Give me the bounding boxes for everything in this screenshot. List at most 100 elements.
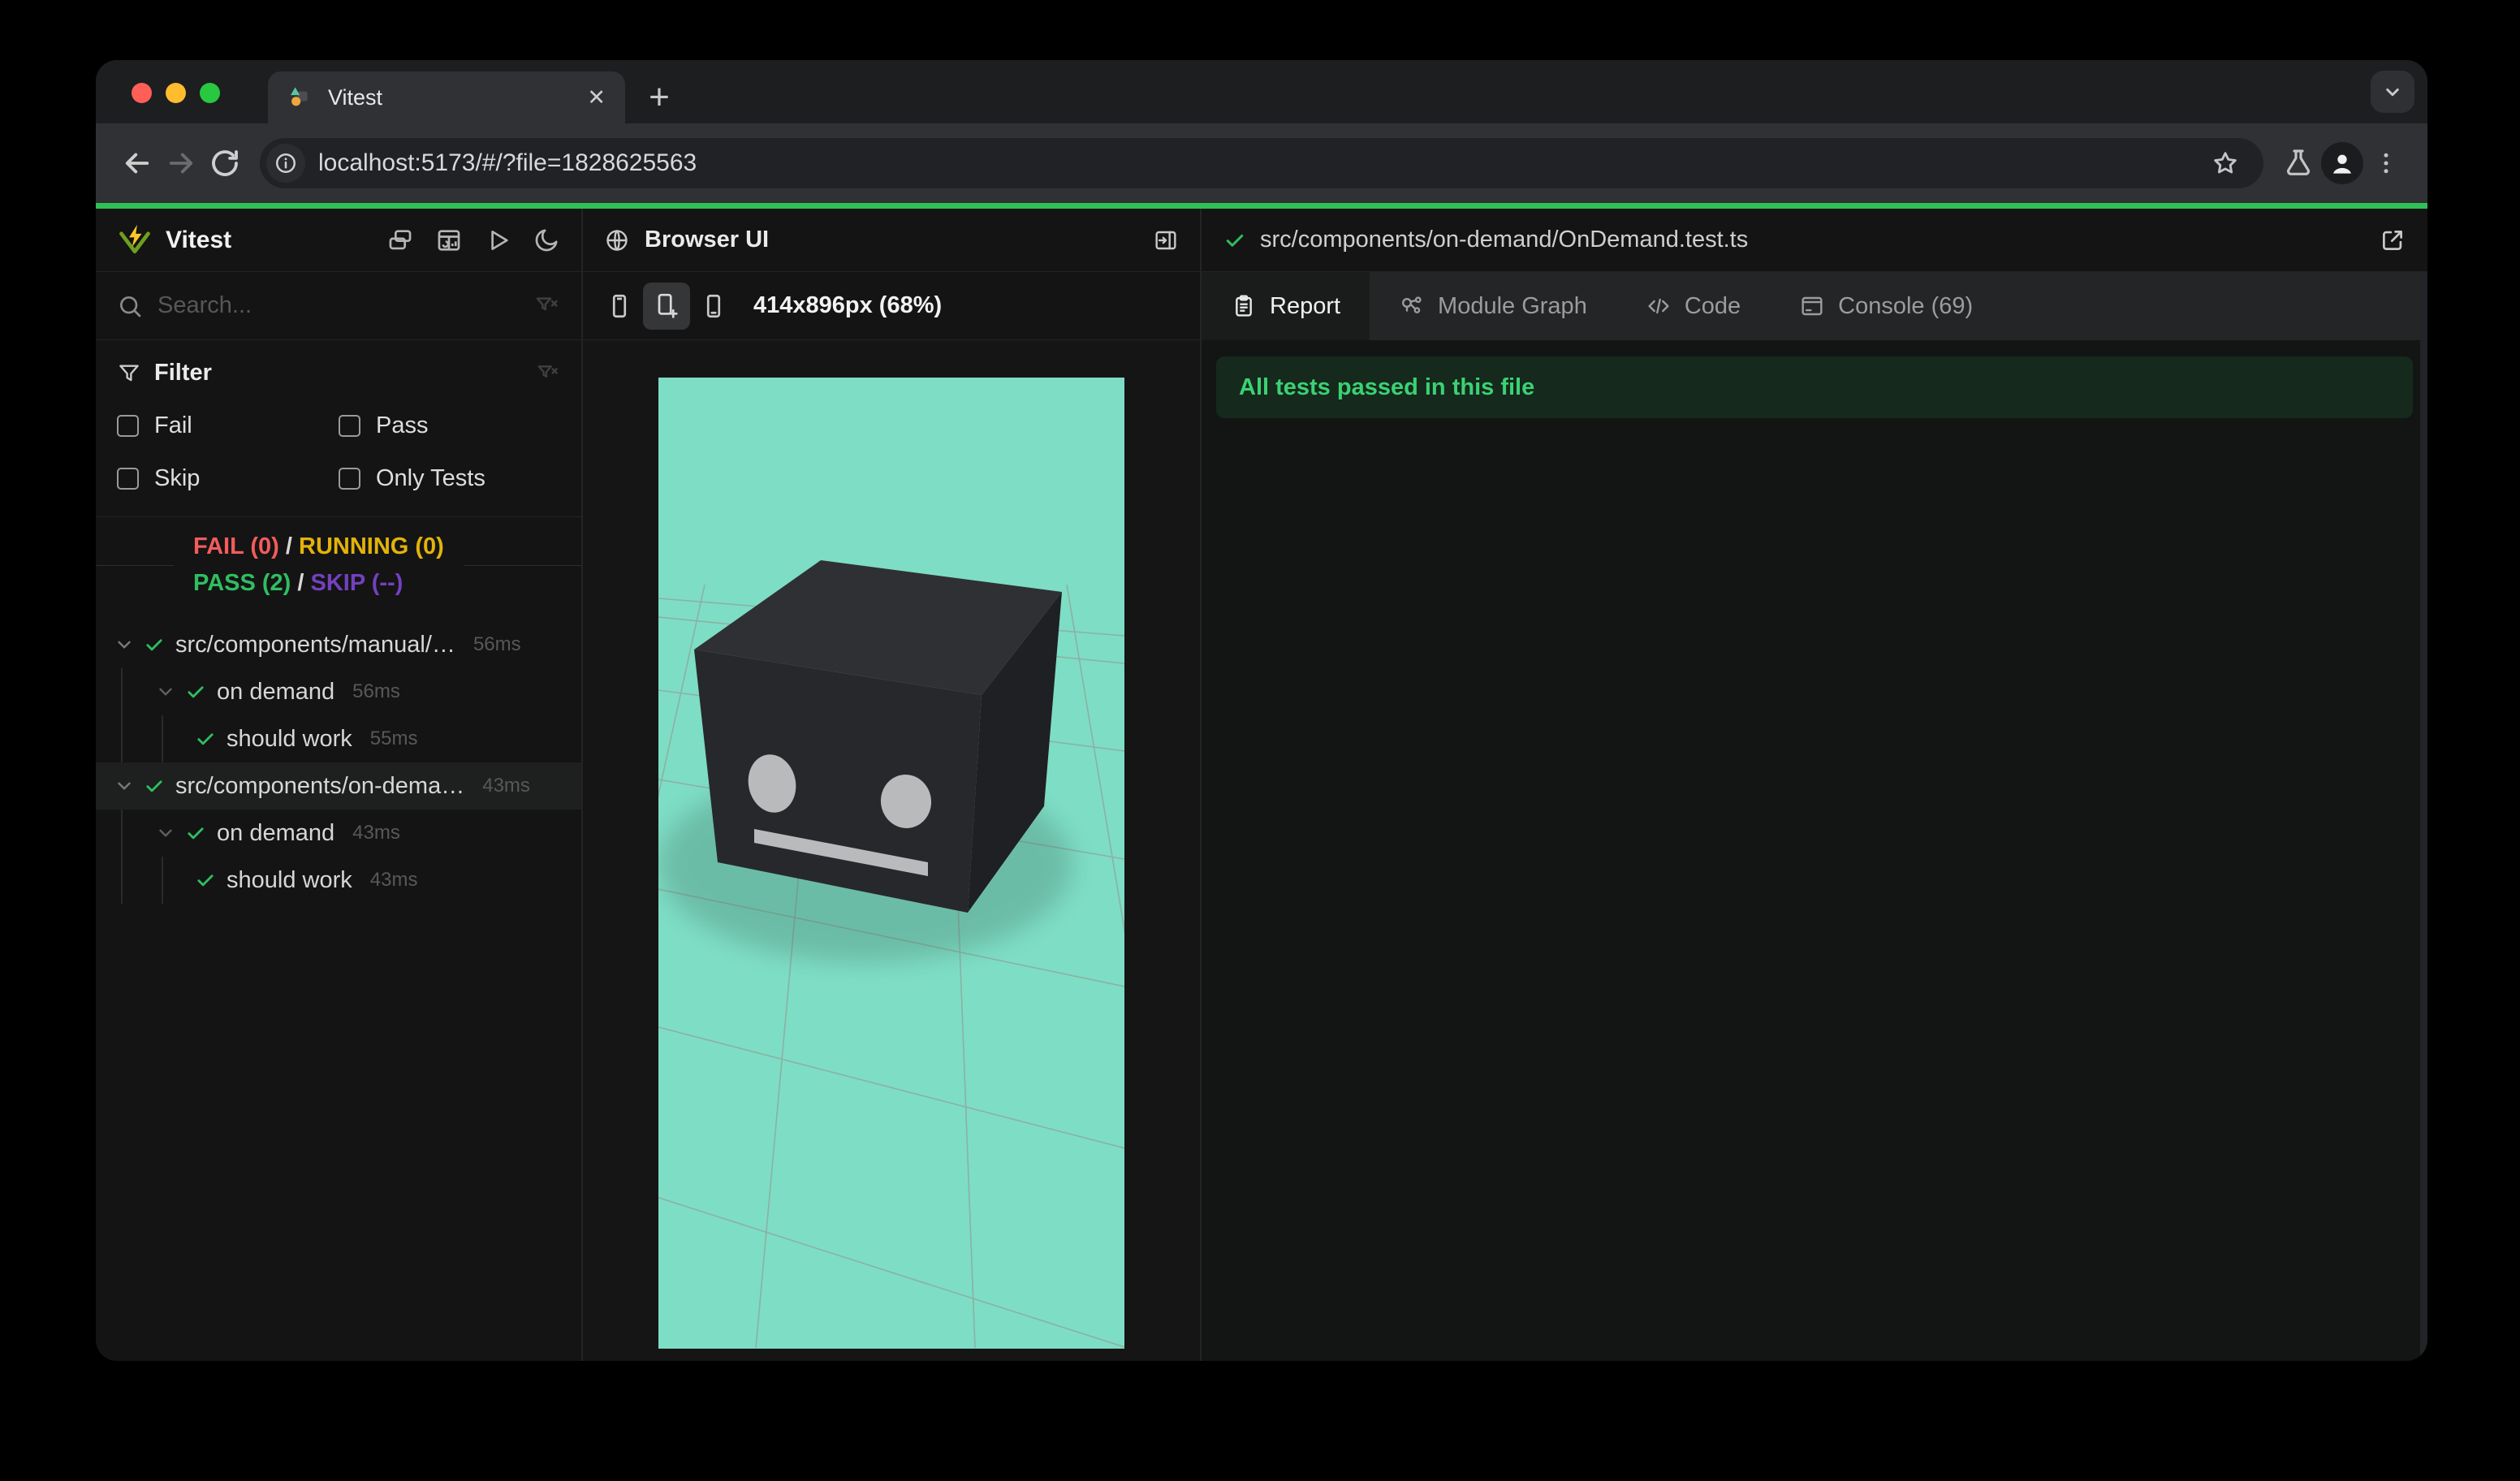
test-viewport[interactable] [658,378,1124,1349]
url-text: localhost:5173/#/?file=1828625563 [318,149,697,176]
tab-report[interactable]: Report [1202,272,1370,340]
report-tabbar: Report Module Graph Code Console (69) [1202,272,2427,340]
filter-checkbox-pass[interactable]: Pass [339,412,560,439]
external-link-icon[interactable] [2379,227,2406,254]
duration-badge: 56ms [472,633,521,655]
filter-checkbox-skip[interactable]: Skip [117,465,339,492]
duration-badge: 43ms [352,822,400,844]
sidebar: Vitest Filter [96,209,583,1361]
tab-module-graph[interactable]: Module Graph [1370,272,1616,340]
clear-filter-icon[interactable] [536,361,560,386]
report-panel: src/components/on-demand/OnDemand.test.t… [1202,209,2427,1361]
duration-badge: 43ms [482,775,530,797]
filter-panel: Filter Fail Pass Skip Only Tests [96,340,581,516]
close-window-button[interactable] [132,83,152,103]
check-icon [197,733,214,745]
funnel-icon [119,364,139,381]
site-info-button[interactable] [266,144,305,183]
viewport-resolution: 414x896px (68%) [753,292,943,318]
browser-menu-button[interactable] [2364,141,2408,185]
console-icon [1802,296,1823,316]
module-graph-icon [1402,296,1422,313]
checkbox[interactable] [339,415,360,437]
device-toolbar: 414x896px (68%) [583,272,1200,340]
profile-button[interactable] [2320,141,2364,185]
bookmark-button[interactable] [2203,141,2247,185]
dark-mode-icon[interactable] [533,227,560,254]
test-case-row[interactable]: should work 55ms [163,715,581,762]
new-tab-button[interactable]: + [638,76,680,119]
preview-area [583,340,1200,1361]
file-path-header: src/components/on-demand/OnDemand.test.t… [1202,209,2427,272]
address-bar[interactable]: localhost:5173/#/?file=1828625563 [260,138,2263,188]
scrollbar-gutter[interactable] [2420,273,2427,1361]
checkbox[interactable] [117,468,139,490]
zoom-window-button[interactable] [200,83,220,103]
test-tree: src/components/manual/… 56ms on demand 5… [96,613,581,1361]
tab-search-button[interactable] [2371,71,2414,113]
dock-panel-icon[interactable] [1153,227,1179,253]
run-all-icon[interactable] [484,227,511,254]
forward-button[interactable] [159,141,203,185]
dashboard-icon[interactable] [435,227,463,254]
test-file-row-selected[interactable]: src/components/on-dema… 43ms [96,762,581,810]
check-icon [1226,234,1244,247]
checkbox[interactable] [117,415,139,437]
collapse-windows-icon[interactable] [386,227,414,254]
chevron-down-icon[interactable] [114,775,135,797]
device-zoom-in-button[interactable] [643,282,690,330]
app-title: Vitest [166,226,232,253]
clipboard-icon [1236,295,1252,317]
browser-toolbar: localhost:5173/#/?file=1828625563 [96,123,2427,203]
test-case-row[interactable]: should work 43ms [163,857,581,904]
filter-checkbox-fail[interactable]: Fail [117,412,339,439]
vitest-favicon [291,87,308,106]
globe-icon [606,229,628,251]
tab-strip: Vitest ✕ + [96,60,2427,123]
chevron-down-icon[interactable] [114,634,135,655]
chevron-down-icon[interactable] [155,681,176,702]
tab-console[interactable]: Console (69) [1770,272,2002,340]
check-icon [146,780,162,792]
device-small-button[interactable] [596,283,643,330]
browser-ui-title: Browser UI [645,227,770,253]
test-suite-row[interactable]: on demand 43ms [123,810,581,857]
summary-line-1: FAIL (0) / RUNNING (0) [193,533,444,559]
minimize-window-button[interactable] [166,83,186,103]
tab-title: Vitest [328,84,383,110]
reload-icon [212,150,238,176]
test-summary: FAIL (0) / RUNNING (0) PASS (2) / SKIP (… [96,516,581,613]
report-content: All tests passed in this file [1202,340,2427,1361]
tab-code[interactable]: Code [1616,272,1770,340]
clear-filter-icon[interactable] [534,293,560,319]
browser-ui-panel: Browser UI 414x896px (68%) [583,209,1202,1361]
chevron-down-icon[interactable] [155,823,176,844]
browser-tab[interactable]: Vitest ✕ [268,71,625,123]
info-icon [275,153,296,174]
filter-title: Filter [154,360,212,386]
summary-line-2: PASS (2) / SKIP (--) [193,570,403,596]
reload-button[interactable] [203,141,247,185]
star-icon [2214,152,2237,174]
checkbox[interactable] [339,468,360,490]
back-button[interactable] [115,141,159,185]
vitest-logo-icon [119,224,150,253]
filter-checkbox-only-tests[interactable]: Only Tests [339,465,560,492]
check-icon [188,827,204,840]
all-tests-passed-banner: All tests passed in this file [1216,356,2413,418]
test-file-row[interactable]: src/components/manual/… 56ms [96,621,581,668]
arrow-left-icon [125,153,149,174]
phone-plus-icon [658,293,678,318]
tab-close-icon[interactable]: ✕ [587,86,606,109]
duration-badge: 43ms [369,869,418,891]
search-row [96,272,581,340]
kebab-menu-icon [2384,153,2388,174]
search-input[interactable] [158,292,520,319]
duration-badge: 55ms [369,728,418,749]
duration-badge: 56ms [352,680,400,702]
device-zoom-out-button[interactable] [690,283,737,330]
experiments-button[interactable] [2276,141,2320,185]
flask-icon [2286,149,2311,175]
test-suite-row[interactable]: on demand 56ms [123,668,581,715]
check-icon [188,686,204,698]
